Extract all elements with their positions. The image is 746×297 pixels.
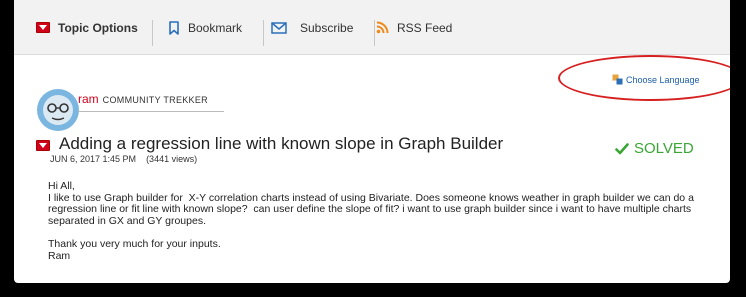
- bookmark-icon: [169, 20, 179, 35]
- post-body-line: Thank you very much for your inputs.: [48, 237, 221, 250]
- post-body-line: Ram: [48, 249, 71, 262]
- topic-options-button[interactable]: Topic Options: [36, 0, 138, 55]
- forum-post-card: Topic Options Bookmark Subscribe RSS Fee…: [14, 0, 730, 283]
- annotation-circle: [558, 55, 730, 101]
- post-body-line: Hi All,: [48, 180, 75, 192]
- checkmark-icon: [615, 142, 629, 154]
- post-date: JUN 6, 2017 1:45 PM: [50, 154, 137, 164]
- post-body-line: separated in GX and GY groupes.: [48, 214, 206, 227]
- post-views: (3441 views): [146, 154, 198, 164]
- post-toolbar: Topic Options Bookmark Subscribe RSS Fee…: [14, 0, 730, 55]
- solved-badge: SOLVED: [615, 140, 694, 157]
- subscribe-label: Subscribe: [300, 20, 354, 35]
- bookmark-button[interactable]: Bookmark: [168, 0, 242, 55]
- toolbar-divider: [374, 20, 375, 46]
- dropdown-arrow-icon: [36, 22, 50, 33]
- post-title: Adding a regression line with known slop…: [59, 134, 504, 153]
- subscribe-button[interactable]: Subscribe: [271, 0, 353, 55]
- bookmark-label: Bookmark: [188, 20, 243, 35]
- toolbar-divider: [263, 20, 264, 46]
- rss-feed-label: RSS Feed: [397, 20, 453, 35]
- toolbar-divider: [152, 20, 153, 46]
- solved-label: SOLVED: [634, 140, 694, 157]
- post-options-dropdown[interactable]: [36, 140, 50, 151]
- user-avatar[interactable]: [36, 88, 80, 132]
- post-body: Hi All, I like to use Graph builder for …: [48, 180, 728, 262]
- envelope-icon: [271, 21, 287, 34]
- rss-icon: [376, 21, 389, 34]
- author-info: ram COMMUNITY TREKKER: [78, 92, 208, 106]
- author-divider: [78, 111, 224, 112]
- post-meta: JUN 6, 2017 1:45 PM (3441 views): [50, 154, 197, 164]
- rss-feed-button[interactable]: RSS Feed: [376, 0, 452, 55]
- author-name-link[interactable]: ram: [78, 92, 99, 106]
- dropdown-arrow-icon: [36, 140, 50, 151]
- author-rank: COMMUNITY TREKKER: [102, 95, 208, 105]
- topic-options-label: Topic Options: [58, 20, 138, 35]
